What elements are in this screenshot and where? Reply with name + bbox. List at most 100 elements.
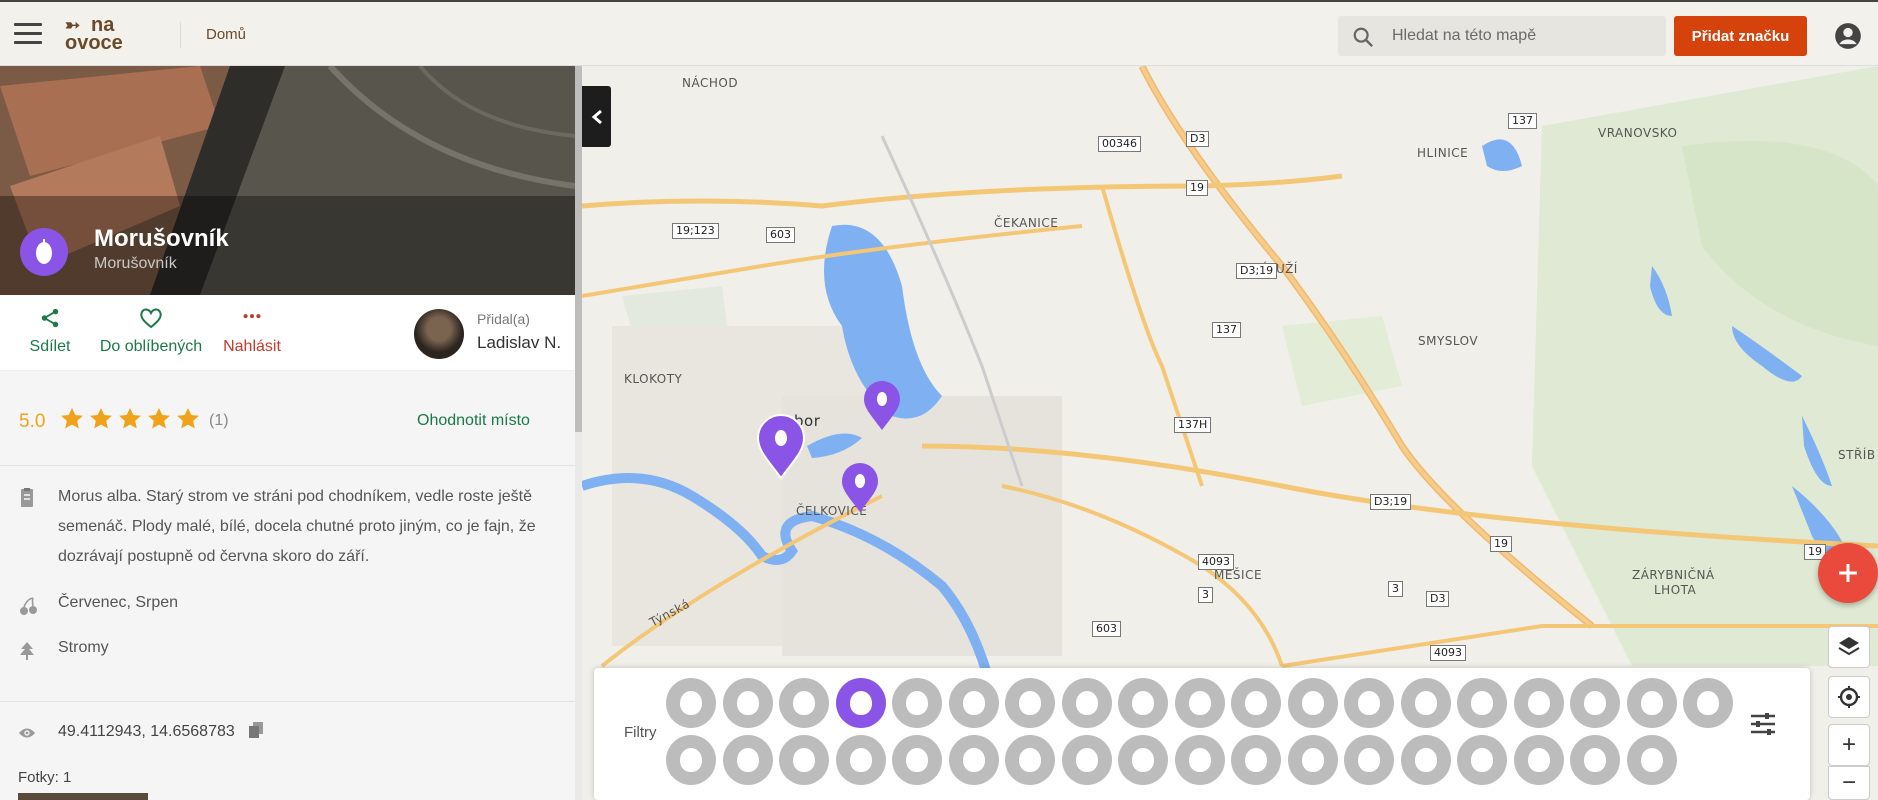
place-info: Morus alba. Starý strom ve stráni pod ch… [0,466,575,702]
map-label: KLOKOTY [624,372,683,386]
user-account-icon[interactable] [1834,22,1862,50]
filter-fruit-button[interactable] [892,678,942,728]
locate-button[interactable] [1828,676,1870,718]
nav-home-link[interactable]: Domů [206,26,246,43]
fruit-icon [1414,748,1437,772]
filter-fruit-button[interactable] [892,735,942,785]
filter-fruit-button[interactable] [835,678,886,728]
filter-fruit-button[interactable] [1683,678,1733,728]
collapse-panel-button[interactable] [582,86,611,147]
map-pin[interactable] [862,380,902,432]
filter-fruit-button[interactable] [1005,678,1055,728]
filter-fruit-button[interactable] [1061,735,1112,785]
filter-fruit-button[interactable] [948,735,999,785]
road-shield: D3;19 [1370,494,1412,510]
filter-fruit-button[interactable] [1400,735,1451,785]
road-shield: 3 [1388,581,1403,597]
filter-fruit-button[interactable] [1287,735,1338,785]
logo-text-2: ovoce [65,32,123,54]
filter-fruit-button[interactable] [1626,678,1677,728]
road-shield: 137 [1508,113,1537,129]
filter-fruit-button[interactable] [722,735,773,785]
filter-fruit-button[interactable] [1174,678,1225,728]
logo[interactable]: ➳ na ovoce [65,15,135,54]
layers-button[interactable] [1828,626,1870,668]
filter-fruit-button[interactable] [1344,678,1394,728]
fruit-icon [1471,691,1493,715]
map-pin[interactable] [840,462,880,514]
report-label: Nahlásit [223,338,281,355]
scrollbar-thumb[interactable] [575,66,582,432]
search-input[interactable] [1392,16,1652,56]
road-shield: 19;123 [672,223,719,239]
fruit-icon [906,748,928,772]
add-marker-button[interactable]: Přidat značku [1674,16,1807,56]
mulberry-icon [36,239,52,264]
season-icon [20,597,37,615]
filter-fruit-button[interactable] [835,735,886,785]
filter-fruit-button[interactable] [1174,735,1225,785]
search-icon [1353,27,1374,48]
filter-fruit-button[interactable] [948,678,999,728]
filter-fruit-button[interactable] [1061,678,1112,728]
filter-fruit-button[interactable] [1118,678,1168,728]
rate-place-link[interactable]: Ohodnotit místo [417,412,530,430]
filter-fruit-button[interactable] [1570,735,1620,785]
fruit-icon [736,691,759,715]
filter-fruit-button[interactable] [1231,678,1281,728]
filter-fruit-button[interactable] [722,678,773,728]
report-button[interactable]: Nahlásit [218,307,286,356]
filter-fruit-button[interactable] [1344,735,1394,785]
fruit-icon [680,691,702,715]
copy-icon[interactable] [249,722,263,738]
filter-fruit-button[interactable] [666,735,716,785]
filter-fruit-button[interactable] [1457,735,1507,785]
filter-fruit-button[interactable] [1513,735,1564,785]
chevron-left-icon [591,109,602,124]
filter-fruit-button[interactable] [1231,735,1281,785]
map-label: STŘÍB [1838,448,1876,462]
add-place-fab[interactable] [1818,543,1878,603]
map-label: VRANOVSKO [1598,126,1678,140]
zoom-out-button[interactable]: − [1828,766,1870,800]
filter-fruit-button[interactable] [1570,678,1620,728]
tree-icon [20,642,34,660]
map-label: MĚŠICE [1214,568,1263,582]
filter-fruit-button[interactable] [666,678,716,728]
fruit-icon [1245,748,1267,772]
photo-thumbnail[interactable] [18,793,148,800]
road-shield: 4093 [1430,645,1466,661]
eye-icon [18,728,36,738]
fruit-icon [1527,691,1550,715]
description-icon [21,488,33,507]
panel-scrollbar[interactable] [575,66,582,800]
avatar [414,309,464,359]
aerial-photo [0,66,575,295]
added-by[interactable]: Přidal(a) Ladislav N. [414,309,574,361]
road-shield: 137H [1174,417,1212,433]
map-label: LHOTA [1654,583,1697,597]
fruit-icon [849,748,872,772]
place-detail-panel: Morušovník Morušovník Sdílet Do oblíbený… [0,66,575,800]
share-button[interactable]: Sdílet [18,307,82,356]
filter-fruit-button[interactable] [1457,678,1507,728]
menu-icon[interactable] [14,23,42,45]
tune-settings-icon[interactable] [1750,712,1776,736]
filter-fruit-button[interactable] [1287,678,1338,728]
filter-fruit-button[interactable] [779,678,829,728]
road-shield: D3 [1426,591,1450,607]
map-pin-selected[interactable] [756,414,806,480]
filter-fruit-button[interactable] [1005,735,1055,785]
zoom-in-button[interactable]: + [1828,724,1870,766]
filter-fruit-button[interactable] [1118,735,1168,785]
map-label: NÁCHOD [682,76,739,90]
favorite-button[interactable]: Do oblíbených [96,307,206,356]
added-by-name: Ladislav N. [477,333,562,352]
filter-fruit-button[interactable] [1513,678,1564,728]
fruit-icon [1640,748,1663,772]
filter-fruit-button[interactable] [1626,735,1677,785]
filter-fruit-button[interactable] [779,735,829,785]
map-label: ZÁRYBNIČNÁ [1632,568,1715,582]
rating-count: (1) [209,412,229,429]
filter-fruit-button[interactable] [1400,678,1451,728]
